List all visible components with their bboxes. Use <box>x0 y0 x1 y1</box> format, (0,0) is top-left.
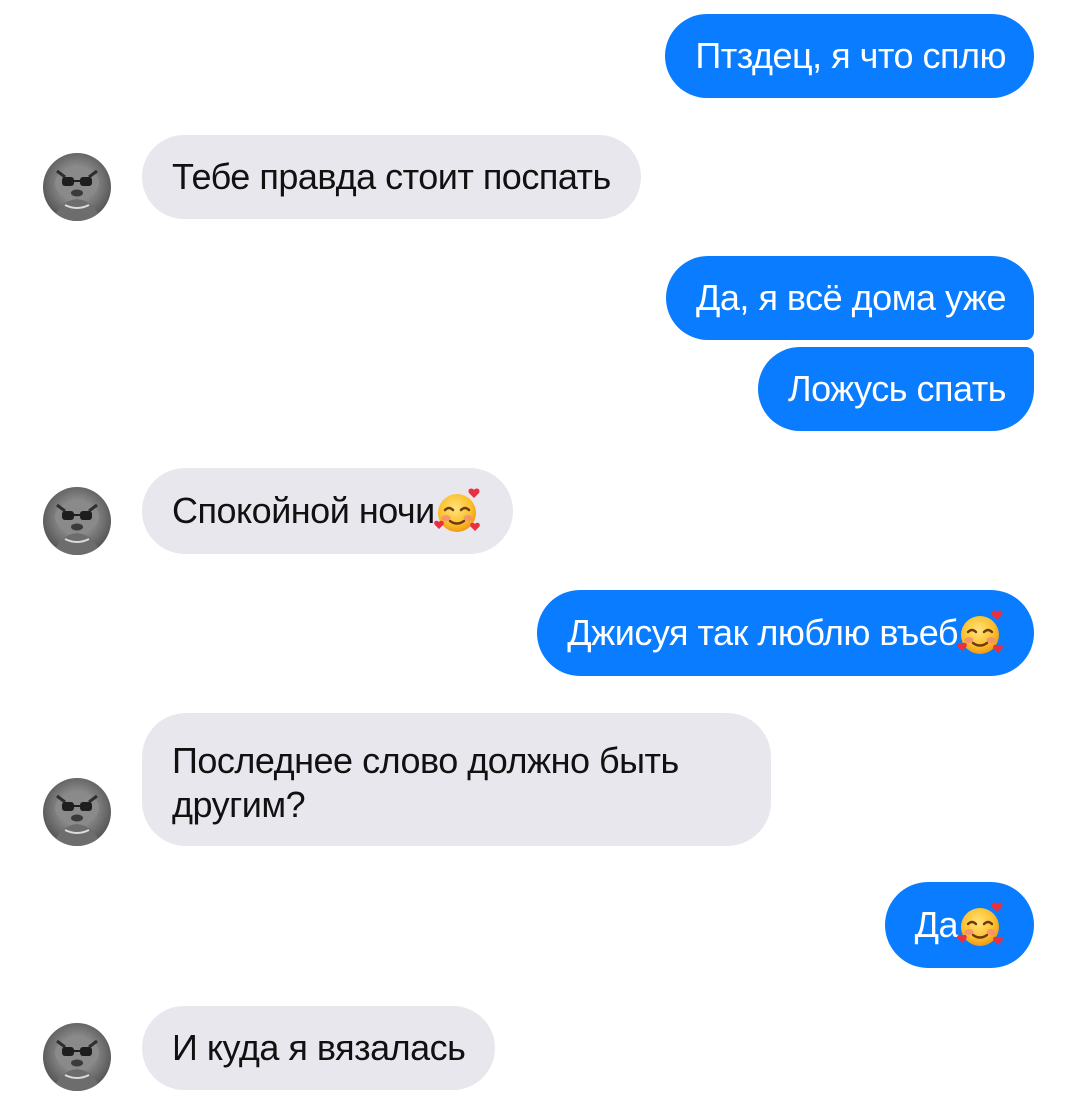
message-text: Птздец, я что сплю <box>695 35 1006 76</box>
contact-avatar[interactable] <box>43 153 111 221</box>
message-text: Джисуя так люблю въеб <box>567 612 958 653</box>
message-bubble-incoming[interactable]: Спокойной ночи <box>142 468 513 554</box>
message-text: Ложусь спать <box>787 368 1007 409</box>
message-bubble-incoming[interactable]: И куда я вязалась <box>142 1006 496 1090</box>
avatar-image <box>43 778 111 846</box>
smiling-face-with-hearts-icon <box>433 486 483 536</box>
contact-avatar[interactable] <box>43 778 111 846</box>
avatar-image <box>43 153 111 221</box>
message-text: Последнее слово должно быть другим? <box>172 740 679 825</box>
avatar-image <box>43 487 111 555</box>
message-bubble-outgoing[interactable]: Ложусь спать <box>757 347 1034 431</box>
message-bubble-outgoing[interactable]: Птздец, я что сплю <box>665 14 1034 98</box>
smiling-face-with-hearts-icon <box>956 608 1006 658</box>
message-text: Да, я всё дома уже <box>696 277 1006 318</box>
contact-avatar[interactable] <box>43 1023 111 1091</box>
smiling-face-with-hearts-icon <box>956 900 1006 950</box>
avatar-image <box>43 1023 111 1091</box>
message-bubble-incoming[interactable]: Тебе правда стоит поспать <box>142 135 641 219</box>
contact-avatar[interactable] <box>43 487 111 555</box>
message-text: Тебе правда стоит поспать <box>172 156 611 197</box>
message-text: И куда я вязалась <box>172 1027 466 1068</box>
message-bubble-incoming[interactable]: Последнее слово должно быть другим? <box>142 713 771 846</box>
message-bubble-outgoing[interactable]: Да, я всё дома уже <box>666 256 1034 340</box>
message-text: Да <box>914 904 959 945</box>
message-text: Спокойной ночи <box>172 490 435 531</box>
message-bubble-outgoing[interactable]: Джисуя так люблю въеб <box>537 590 1034 676</box>
message-bubble-outgoing[interactable]: Да <box>884 882 1034 968</box>
